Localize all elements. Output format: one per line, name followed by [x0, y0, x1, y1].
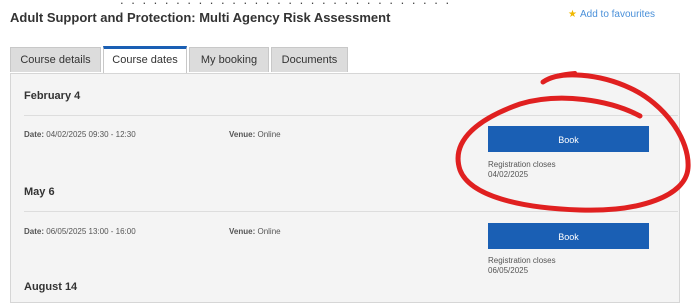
- session-heading: May 6: [24, 186, 55, 198]
- registration-closes-date: 04/02/2025: [488, 170, 529, 179]
- course-dates-panel: February 4 Date: 04/02/2025 09:30 - 12:3…: [10, 73, 680, 303]
- tab-bar: Course details Course dates My booking D…: [10, 46, 350, 73]
- date-value: 06/05/2025 13:00 - 16:00: [46, 227, 136, 236]
- add-to-favourites-link[interactable]: ★ Add to favourites: [568, 9, 655, 20]
- session-date: Date: 06/05/2025 13:00 - 16:00: [24, 227, 136, 236]
- date-value: 04/02/2025 09:30 - 12:30: [46, 130, 136, 139]
- page-title: Adult Support and Protection: Multi Agen…: [10, 10, 391, 25]
- session-heading: February 4: [24, 90, 81, 102]
- cropped-top-text: . . . . . . . . . . . . . . . . . . . . …: [0, 0, 694, 6]
- venue-value: Online: [257, 130, 281, 139]
- venue-label: Venue:: [229, 130, 256, 139]
- registration-closes-label: Registration closes: [488, 256, 556, 265]
- favourites-label: Add to favourites: [579, 9, 656, 20]
- venue-value: Online: [257, 227, 281, 236]
- registration-closes-date: 06/05/2025: [488, 266, 529, 275]
- tab-course-details[interactable]: Course details: [10, 47, 101, 72]
- registration-closes: Registration closes 06/05/2025: [488, 256, 556, 276]
- tab-my-booking[interactable]: My booking: [189, 47, 269, 72]
- date-label: Date:: [24, 130, 45, 139]
- tab-course-dates[interactable]: Course dates: [103, 46, 187, 73]
- registration-closes-label: Registration closes: [488, 160, 556, 169]
- book-button[interactable]: Book: [488, 223, 649, 249]
- session-venue: Venue: Online: [229, 130, 281, 139]
- session-heading: August 14: [24, 281, 78, 293]
- book-button[interactable]: Book: [488, 126, 649, 152]
- venue-label: Venue:: [229, 227, 256, 236]
- date-label: Date:: [24, 227, 45, 236]
- divider: [24, 211, 678, 212]
- tab-documents[interactable]: Documents: [271, 47, 348, 72]
- session-date: Date: 04/02/2025 09:30 - 12:30: [24, 130, 136, 139]
- registration-closes: Registration closes 04/02/2025: [488, 160, 556, 180]
- session-venue: Venue: Online: [229, 227, 281, 236]
- star-icon: ★: [568, 9, 577, 20]
- divider: [24, 115, 678, 116]
